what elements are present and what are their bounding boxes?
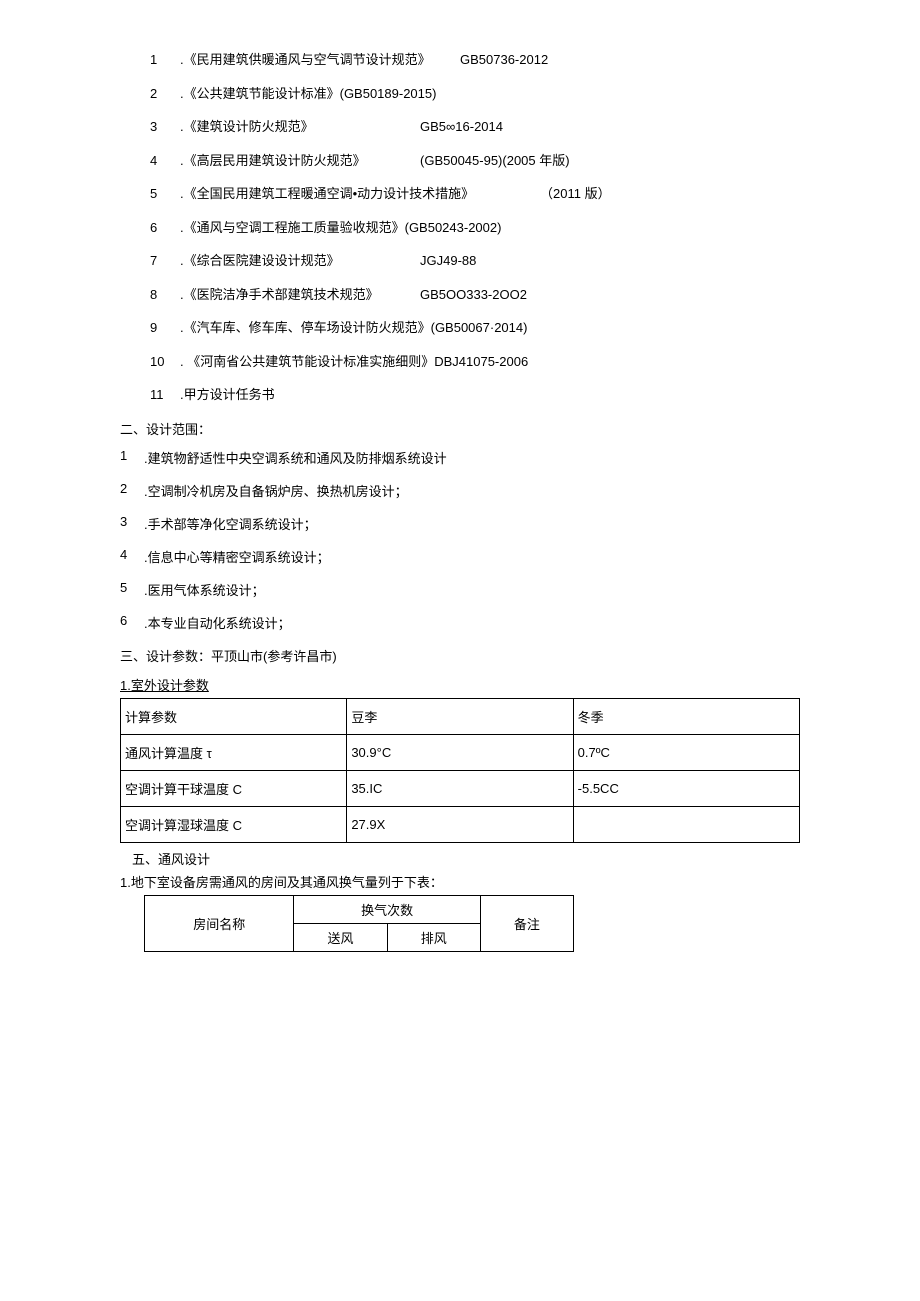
- table-cell: 空调计算湿球温度 C: [121, 806, 347, 842]
- scope-item: 5 .医用气体系统设计；: [120, 580, 800, 599]
- scope-text: .本专业自动化系统设计；: [144, 613, 291, 632]
- ref-code: JGJ49-88: [400, 251, 476, 271]
- ref-num: 11: [150, 385, 180, 405]
- table-cell: -5.5CC: [573, 770, 799, 806]
- scope-item: 2 .空调制冷机房及自备锅炉房、换热机房设计；: [120, 481, 800, 500]
- ref-num: 3: [150, 117, 180, 137]
- table-row: 房间名称 换气次数 备注: [145, 895, 574, 923]
- table-cell: 排风: [387, 923, 480, 951]
- ref-title: .《公共建筑节能设计标准》(GB50189-2015): [180, 84, 436, 104]
- ref-title: .《通风与空调工程施工质量验收规范》(GB50243-2002): [180, 218, 501, 238]
- ref-num: 6: [150, 218, 180, 238]
- scope-num: 4: [120, 547, 144, 566]
- scope-num: 2: [120, 481, 144, 500]
- ref-num: 5: [150, 184, 180, 204]
- ref-num: 4: [150, 151, 180, 171]
- ref-title: . 《河南省公共建筑节能设计标准实施细则》DBJ41075-2006: [180, 352, 528, 372]
- table-cell: 30.9°C: [347, 734, 573, 770]
- section-5-title: 五、通风设计: [132, 849, 800, 868]
- ref-item: 8 .《医院洁净手术部建筑技术规范》 GB5OO333-2OO2: [150, 285, 800, 305]
- scope-text: .空调制冷机房及自备锅炉房、换热机房设计；: [144, 481, 408, 500]
- ref-code: GB50736-2012: [440, 50, 548, 70]
- ref-item: 11 .甲方设计任务书: [150, 385, 800, 405]
- ref-item: 3 .《建筑设计防火规范》 GB5∞16-2014: [150, 117, 800, 137]
- table-cell: 35.IC: [347, 770, 573, 806]
- table-cell: 0.7ºC: [573, 734, 799, 770]
- ref-item: 9 .《汽车库、修车库、停车场设计防火规范》(GB50067·2014): [150, 318, 800, 338]
- ref-code: (GB50045-95)(2005 年版): [400, 151, 570, 171]
- scope-item: 4 .信息中心等精密空调系统设计；: [120, 547, 800, 566]
- scope-item: 3 .手术部等净化空调系统设计；: [120, 514, 800, 533]
- table-cell: 换气次数: [294, 895, 480, 923]
- ref-code: （2011 版）: [520, 184, 611, 204]
- ref-title: .甲方设计任务书: [180, 385, 275, 405]
- ref-title: .《综合医院建设设计规范》: [180, 251, 400, 271]
- table-cell: 豆李: [347, 698, 573, 734]
- scope-text: .信息中心等精密空调系统设计；: [144, 547, 330, 566]
- table-row: 空调计算湿球温度 C 27.9X: [121, 806, 800, 842]
- ref-code: GB5∞16-2014: [400, 117, 503, 137]
- ref-item: 6 .《通风与空调工程施工质量验收规范》(GB50243-2002): [150, 218, 800, 238]
- table-cell: 27.9X: [347, 806, 573, 842]
- scope-num: 1: [120, 448, 144, 467]
- table-row: 计算参数 豆李 冬季: [121, 698, 800, 734]
- ref-title: .《全国民用建筑工程暖通空调•动力设计技术措施》: [180, 184, 520, 204]
- param-table: 计算参数 豆李 冬季 通风计算温度 τ 30.9°C 0.7ºC 空调计算干球温…: [120, 698, 800, 843]
- table-cell: 冬季: [573, 698, 799, 734]
- scope-item: 6 .本专业自动化系统设计；: [120, 613, 800, 632]
- ref-item: 5 .《全国民用建筑工程暖通空调•动力设计技术措施》 （2011 版）: [150, 184, 800, 204]
- table-cell: 房间名称: [145, 895, 294, 951]
- ref-num: 7: [150, 251, 180, 271]
- scope-item: 1 .建筑物舒适性中央空调系统和通风及防排烟系统设计: [120, 448, 800, 467]
- ref-item: 7 .《综合医院建设设计规范》 JGJ49-88: [150, 251, 800, 271]
- ref-num: 9: [150, 318, 180, 338]
- basement-title: 1.地下室设备房需通风的房间及其通风换气量列于下表：: [120, 872, 800, 891]
- scope-list: 1 .建筑物舒适性中央空调系统和通风及防排烟系统设计 2 .空调制冷机房及自备锅…: [120, 448, 800, 632]
- ref-num: 8: [150, 285, 180, 305]
- table-cell: 送风: [294, 923, 387, 951]
- room-table: 房间名称 换气次数 备注 送风 排风: [144, 895, 574, 952]
- scope-num: 3: [120, 514, 144, 533]
- table-cell: 计算参数: [121, 698, 347, 734]
- ref-title: .《高层民用建筑设计防火规范》: [180, 151, 400, 171]
- table-row: 通风计算温度 τ 30.9°C 0.7ºC: [121, 734, 800, 770]
- scope-num: 5: [120, 580, 144, 599]
- ref-num: 2: [150, 84, 180, 104]
- ref-num: 10: [150, 352, 180, 372]
- outdoor-params-title: 1.室外设计参数: [120, 675, 800, 694]
- ref-title: .《民用建筑供暖通风与空气调节设计规范》: [180, 50, 440, 70]
- table-cell: [573, 806, 799, 842]
- ref-num: 1: [150, 50, 180, 70]
- ref-item: 4 .《高层民用建筑设计防火规范》 (GB50045-95)(2005 年版): [150, 151, 800, 171]
- table-cell: 备注: [480, 895, 573, 951]
- ref-title: .《建筑设计防火规范》: [180, 117, 400, 137]
- ref-item: 2 .《公共建筑节能设计标准》(GB50189-2015): [150, 84, 800, 104]
- ref-code: GB5OO333-2OO2: [400, 285, 527, 305]
- table-cell: 通风计算温度 τ: [121, 734, 347, 770]
- ref-item: 10 . 《河南省公共建筑节能设计标准实施细则》DBJ41075-2006: [150, 352, 800, 372]
- table-row: 空调计算干球温度 C 35.IC -5.5CC: [121, 770, 800, 806]
- section-3-title: 三、设计参数：平顶山市(参考许昌市): [120, 646, 800, 665]
- ref-title: .《医院洁净手术部建筑技术规范》: [180, 285, 400, 305]
- ref-item: 1 .《民用建筑供暖通风与空气调节设计规范》 GB50736-2012: [150, 50, 800, 70]
- section-2-title: 二、设计范围：: [120, 419, 800, 438]
- table-cell: 空调计算干球温度 C: [121, 770, 347, 806]
- scope-text: .手术部等净化空调系统设计；: [144, 514, 317, 533]
- scope-text: .医用气体系统设计；: [144, 580, 265, 599]
- scope-num: 6: [120, 613, 144, 632]
- ref-title: .《汽车库、修车库、停车场设计防火规范》(GB50067·2014): [180, 318, 527, 338]
- scope-text: .建筑物舒适性中央空调系统和通风及防排烟系统设计: [144, 448, 447, 467]
- reference-list: 1 .《民用建筑供暖通风与空气调节设计规范》 GB50736-2012 2 .《…: [120, 50, 800, 405]
